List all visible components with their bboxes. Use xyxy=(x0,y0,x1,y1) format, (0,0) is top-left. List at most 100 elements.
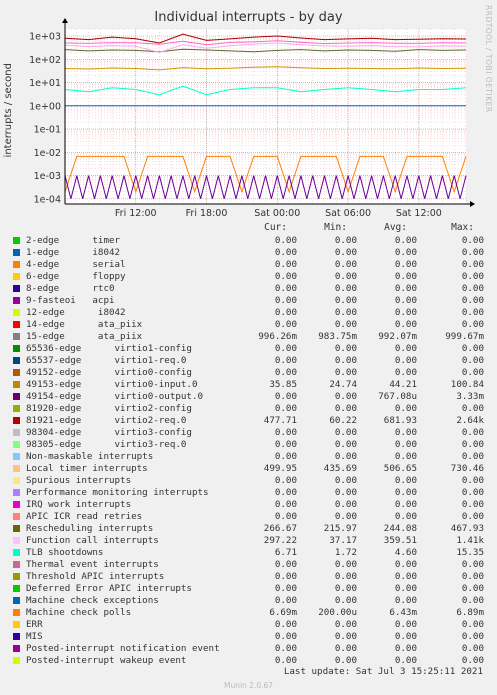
legend-avg-value: 44.21 xyxy=(389,379,417,390)
legend-row: 49152-edge virtio0-config 0.00 0.00 0.00 0.0… xyxy=(0,367,497,379)
y-tick-label: 1e+02 xyxy=(29,55,61,66)
legend-max-value: 730.46 xyxy=(450,463,484,474)
legend-swatch xyxy=(13,501,20,508)
legend-max-value: 0.00 xyxy=(461,235,484,246)
legend-avg-value: 0.00 xyxy=(394,619,417,630)
legend-max-value: 0.00 xyxy=(461,451,484,462)
legend-label: Function call interrupts xyxy=(26,535,159,546)
legend-avg-value: 0.00 xyxy=(394,307,417,318)
legend-row: 1-edge i8042 0.00 0.00 0.00 0.00 xyxy=(0,247,497,259)
legend-label: 6-edge floppy xyxy=(26,271,126,282)
x-tick-label: Sat 06:00 xyxy=(325,208,371,219)
legend-label: MIS xyxy=(26,631,43,642)
legend-avg-value: 0.00 xyxy=(394,475,417,486)
legend-avg-value: 0.00 xyxy=(394,499,417,510)
legend-label: Posted-interrupt notification event xyxy=(26,643,220,654)
legend-swatch xyxy=(13,489,20,496)
legend-label: ERR xyxy=(26,619,43,630)
x-tick-label: Sat 12:00 xyxy=(396,208,442,219)
legend-label: APIC ICR read retries xyxy=(26,511,143,522)
legend-swatch xyxy=(13,657,20,664)
legend-label: Posted-interrupt wakeup event xyxy=(26,655,187,666)
legend-label: 49153-edge virtio0-input.0 xyxy=(26,379,198,390)
legend-avg-value: 0.00 xyxy=(394,403,417,414)
legend-row: 81921-edge virtio2-req.0 477.71 60.22 681.9… xyxy=(0,415,497,427)
legend-row: 4-edge serial 0.00 0.00 0.00 0.00 xyxy=(0,259,497,271)
legend: 2-edge timer 0.00 0.00 0.00 0.00 1-edge i8042… xyxy=(0,235,497,667)
legend-avg-value: 0.00 xyxy=(394,247,417,258)
legend-avg-value: 0.00 xyxy=(394,559,417,570)
legend-label: Rescheduling interrupts xyxy=(26,523,154,534)
legend-swatch xyxy=(13,273,20,280)
y-tick-label: 1e+03 xyxy=(29,32,61,43)
legend-avg-value: 681.93 xyxy=(383,415,417,426)
legend-avg-value: 767.08u xyxy=(378,391,417,402)
x-axis-arrow xyxy=(470,201,475,207)
legend-avg-value: 0.00 xyxy=(394,343,417,354)
legend-avg-value: 0.00 xyxy=(394,571,417,582)
x-tick-label: Sat 00:00 xyxy=(254,208,300,219)
legend-label: 15-edge ata_piix xyxy=(26,331,143,342)
legend-avg-value: 0.00 xyxy=(394,583,417,594)
legend-avg-value: 4.60 xyxy=(394,547,417,558)
legend-row: 6-edge floppy 0.00 0.00 0.00 0.00 xyxy=(0,271,497,283)
legend-max-value: 0.00 xyxy=(461,355,484,366)
legend-swatch xyxy=(13,429,20,436)
legend-label: 49152-edge virtio0-config xyxy=(26,367,192,378)
legend-label: Local timer interrupts xyxy=(26,463,148,474)
legend-max-value: 100.84 xyxy=(450,379,484,390)
legend-label: 1-edge i8042 xyxy=(26,247,121,258)
legend-avg-value: 244.08 xyxy=(383,523,417,534)
legend-label: 49154-edge virtio0-output.0 xyxy=(26,391,204,402)
y-tick-label: 1e+01 xyxy=(29,78,61,89)
legend-header-cur: Cur: xyxy=(264,222,287,233)
y-tick-label: 1e-03 xyxy=(34,171,61,182)
legend-swatch xyxy=(13,561,20,568)
legend-max-value: 0.00 xyxy=(461,271,484,282)
legend-label: Non-maskable interrupts xyxy=(26,451,154,462)
legend-label: Deferred Error APIC interrupts xyxy=(26,583,192,594)
legend-row: Thermal event interrupts 0.00 0.00 0.00 0.00 xyxy=(0,559,497,571)
legend-max-value: 0.00 xyxy=(461,487,484,498)
legend-max-value: 0.00 xyxy=(461,571,484,582)
legend-row: 8-edge rtc0 0.00 0.00 0.00 0.00 xyxy=(0,283,497,295)
legend-avg-value: 0.00 xyxy=(394,631,417,642)
legend-max-value: 0.00 xyxy=(461,559,484,570)
legend-max-value: 0.00 xyxy=(461,343,484,354)
legend-avg-value: 0.00 xyxy=(394,511,417,522)
legend-swatch xyxy=(13,345,20,352)
x-tick-label: Fri 18:00 xyxy=(186,208,228,219)
legend-row: 98304-edge virtio3-config 0.00 0.00 0.00 0.0… xyxy=(0,427,497,439)
legend-swatch xyxy=(13,537,20,544)
legend-avg-value: 359.51 xyxy=(383,535,417,546)
legend-swatch xyxy=(13,321,20,328)
legend-max-value: 0.00 xyxy=(461,631,484,642)
legend-avg-value: 0.00 xyxy=(394,271,417,282)
legend-swatch xyxy=(13,249,20,256)
legend-swatch xyxy=(13,621,20,628)
legend-max-value: 0.00 xyxy=(461,319,484,330)
legend-row: Local timer interrupts 499.95 435.69 506.65… xyxy=(0,463,497,475)
legend-label: 81921-edge virtio2-req.0 xyxy=(26,415,187,426)
legend-avg-value: 992.07m xyxy=(378,331,417,342)
legend-row: 98305-edge virtio3-req.0 0.00 0.00 0.00 0.00 xyxy=(0,439,497,451)
legend-row: 12-edge i8042 0.00 0.00 0.00 0.00 xyxy=(0,307,497,319)
legend-row: Rescheduling interrupts 266.67 215.97 244.0… xyxy=(0,523,497,535)
legend-label: 8-edge rtc0 xyxy=(26,283,115,294)
legend-row: APIC ICR read retries 0.00 0.00 0.00 0.00 xyxy=(0,511,497,523)
legend-avg-value: 0.00 xyxy=(394,487,417,498)
legend-label: 9-fasteoi acpi xyxy=(26,295,115,306)
legend-swatch xyxy=(13,297,20,304)
legend-max-value: 0.00 xyxy=(461,307,484,318)
legend-swatch xyxy=(13,609,20,616)
legend-avg-value: 0.00 xyxy=(394,427,417,438)
legend-max-value: 0.00 xyxy=(461,259,484,270)
legend-swatch xyxy=(13,513,20,520)
legend-row: IRQ work interrupts 0.00 0.00 0.00 0.00 xyxy=(0,499,497,511)
legend-swatch xyxy=(13,417,20,424)
legend-max-value: 3.33m xyxy=(456,391,484,402)
last-update: Last update: Sat Jul 3 15:25:11 2021 xyxy=(283,666,483,677)
y-tick-label: 1e-02 xyxy=(34,148,61,159)
legend-row: Posted-interrupt notification event 0.00 0… xyxy=(0,643,497,655)
legend-row: 2-edge timer 0.00 0.00 0.00 0.00 xyxy=(0,235,497,247)
